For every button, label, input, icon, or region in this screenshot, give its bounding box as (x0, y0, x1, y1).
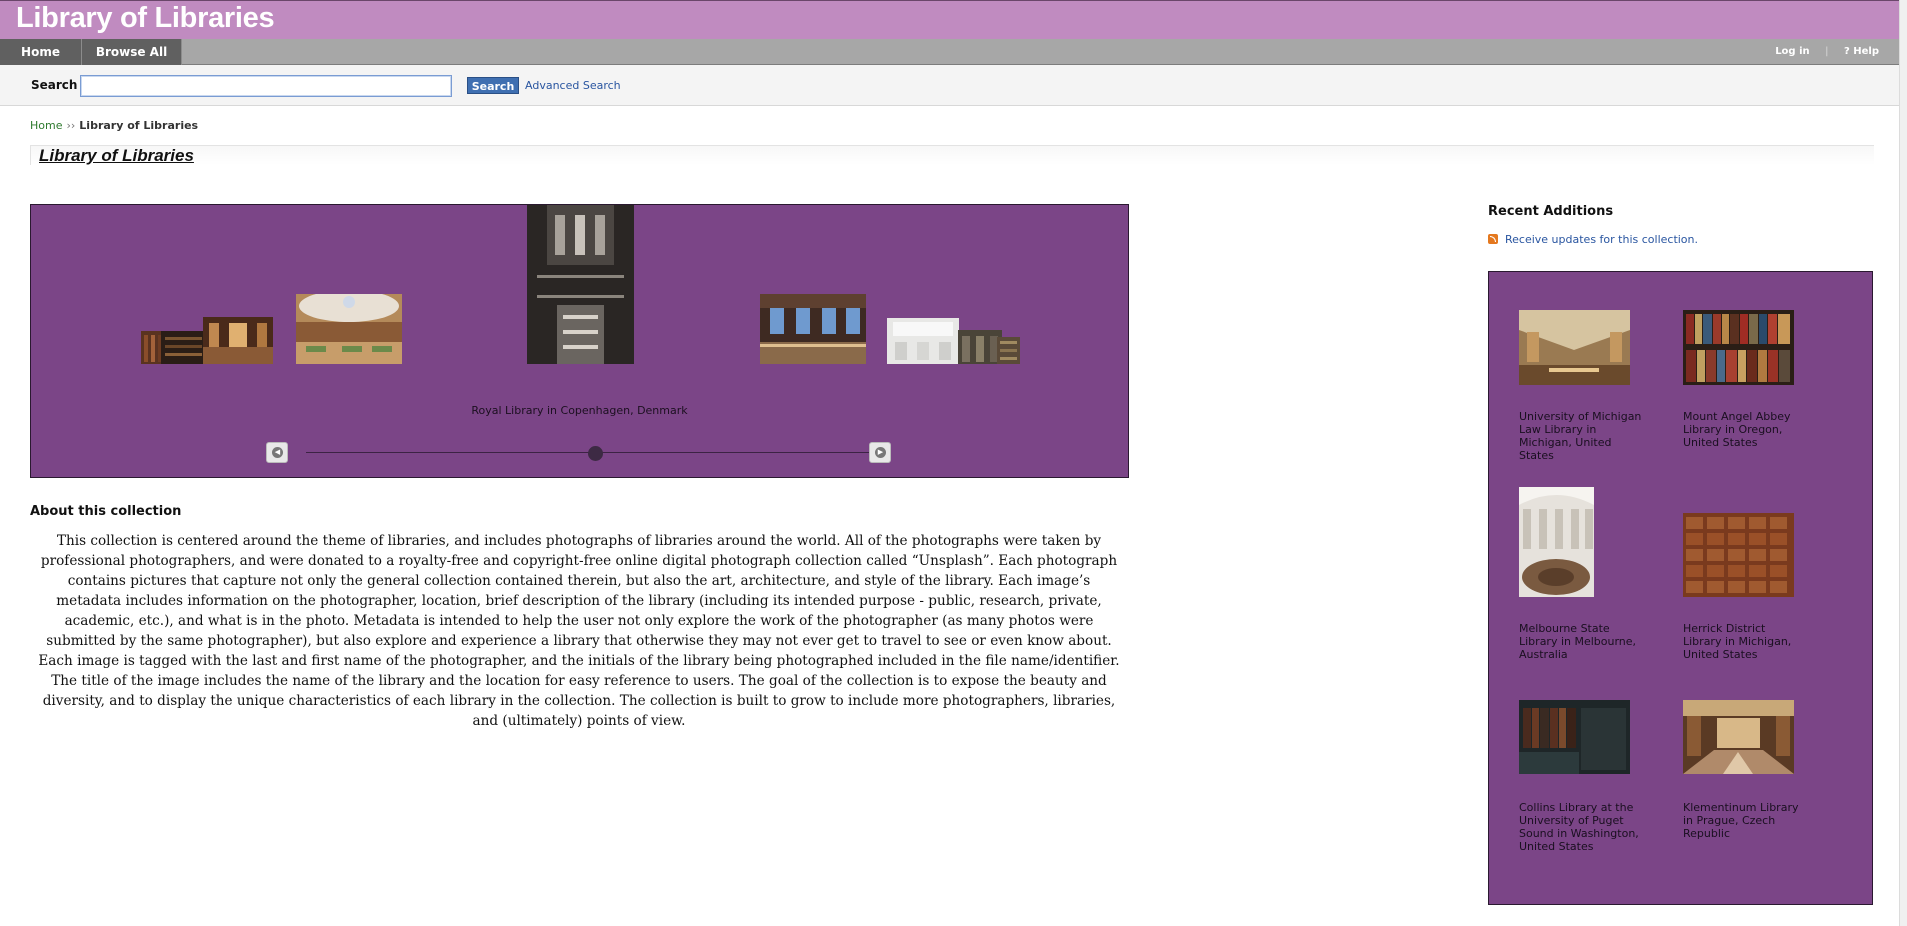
carousel-thumb[interactable] (887, 318, 959, 364)
recent-item[interactable]: Mount Angel Abbey Library in Oregon, Uni… (1683, 310, 1811, 449)
recent-caption: Herrick District Library in Michigan, Un… (1683, 622, 1792, 661)
recent-additions-heading: Recent Additions (1488, 204, 1614, 219)
breadcrumb: Home ›› Library of Libraries (30, 119, 198, 132)
nav-tab-browse-all[interactable]: Browse All (82, 39, 182, 65)
rss-subscribe[interactable]: Receive updates for this collection. (1488, 233, 1698, 246)
breadcrumb-current: Library of Libraries (79, 119, 199, 132)
vertical-scrollbar[interactable] (1899, 0, 1907, 926)
recent-caption: Mount Angel Abbey Library in Oregon, Uni… (1683, 410, 1791, 449)
carousel-prev-button[interactable]: ◀ (266, 442, 288, 463)
image-carousel: Royal Library in Copenhagen, Denmark ◀ ▶ (30, 204, 1129, 478)
recent-caption: University of Michigan Law Library in Mi… (1519, 410, 1642, 462)
breadcrumb-separator: ›› (66, 119, 76, 132)
recent-item[interactable]: Klementinum Library in Prague, Czech Rep… (1683, 700, 1811, 840)
recent-caption: Melbourne State Library in Melbourne, Au… (1519, 622, 1637, 661)
carousel-thumb-active[interactable] (527, 205, 634, 364)
search-input[interactable] (80, 75, 452, 97)
carousel-slider-knob[interactable] (588, 446, 603, 461)
recent-caption: Klementinum Library in Prague, Czech Rep… (1683, 801, 1799, 840)
arrow-right-icon: ▶ (875, 447, 886, 458)
recent-additions-panel: University of Michigan Law Library in Mi… (1488, 271, 1873, 905)
recent-thumb[interactable] (1683, 700, 1794, 774)
site-header: Library of Libraries (0, 0, 1907, 39)
search-label: Search (31, 78, 78, 92)
nav-tab-home[interactable]: Home (0, 39, 82, 65)
recent-item[interactable]: University of Michigan Law Library in Mi… (1519, 310, 1647, 462)
help-link[interactable]: ? Help (1844, 39, 1879, 65)
carousel-thumb[interactable] (958, 330, 1002, 364)
carousel-thumb[interactable] (161, 331, 206, 364)
rss-link[interactable]: Receive updates for this collection. (1505, 233, 1698, 246)
recent-item[interactable]: Collins Library at the University of Pug… (1519, 700, 1647, 853)
search-bar: Search Search Advanced Search (0, 65, 1907, 106)
about-heading: About this collection (30, 504, 182, 519)
recent-thumb[interactable] (1519, 700, 1630, 774)
recent-thumb[interactable] (1519, 487, 1594, 597)
recent-thumb[interactable] (1519, 310, 1630, 385)
nav-separator: | (1825, 46, 1829, 57)
carousel-next-button[interactable]: ▶ (869, 442, 891, 463)
site-title[interactable]: Library of Libraries (16, 2, 275, 35)
login-link[interactable]: Log in (1775, 39, 1809, 65)
recent-item[interactable]: Melbourne State Library in Melbourne, Au… (1519, 487, 1647, 661)
arrow-left-icon: ◀ (272, 447, 283, 458)
rss-icon (1488, 234, 1498, 244)
main-navbar: Home Browse All Log in | ? Help (0, 39, 1907, 65)
carousel-thumb[interactable] (296, 294, 402, 364)
carousel-thumb[interactable] (760, 294, 866, 364)
carousel-thumb[interactable] (203, 317, 273, 364)
about-text: This collection is centered around the t… (38, 533, 1120, 729)
carousel-caption: Royal Library in Copenhagen, Denmark (471, 404, 688, 417)
recent-item[interactable]: Herrick District Library in Michigan, Un… (1683, 513, 1811, 661)
recent-thumb[interactable] (1683, 513, 1794, 597)
recent-caption: Collins Library at the University of Pug… (1519, 801, 1639, 853)
page-title: Library of Libraries (39, 146, 194, 165)
recent-thumb[interactable] (1683, 310, 1794, 385)
advanced-search-link[interactable]: Advanced Search (525, 79, 621, 92)
carousel-thumb[interactable] (997, 337, 1020, 364)
nav-utility-links: Log in | ? Help (1775, 39, 1879, 65)
breadcrumb-home[interactable]: Home (30, 119, 62, 132)
search-button[interactable]: Search (467, 77, 519, 94)
page-title-bar: Library of Libraries (30, 145, 1874, 165)
